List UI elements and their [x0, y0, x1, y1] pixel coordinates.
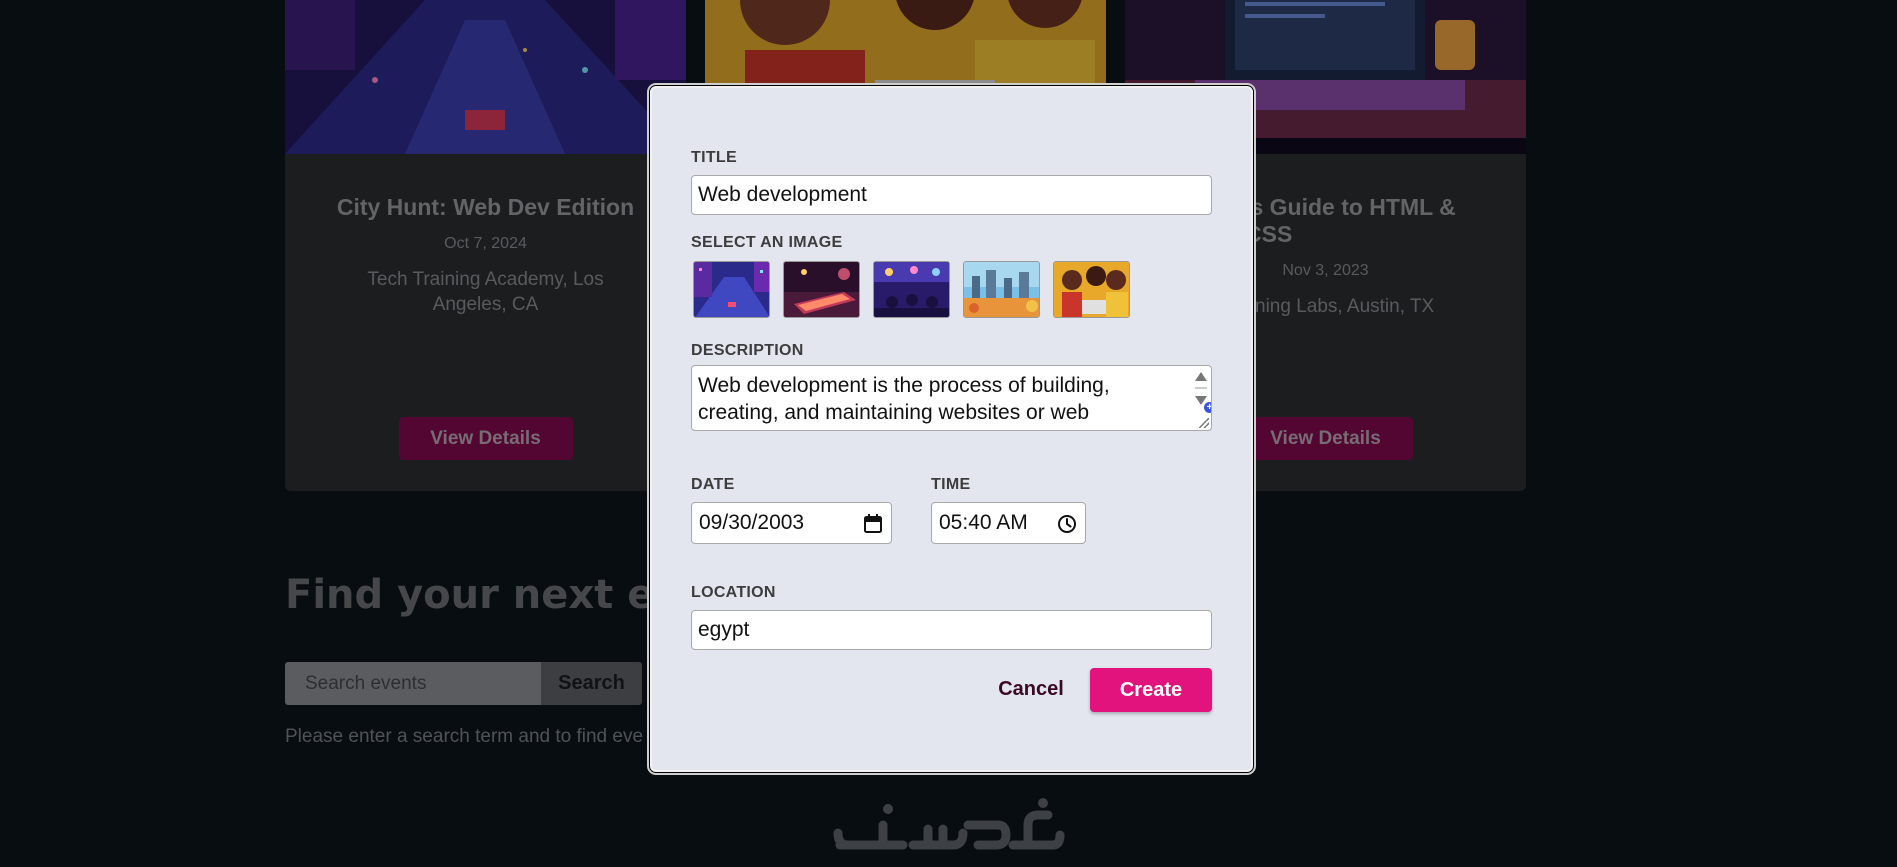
- create-event-modal: TITLE Web development SELECT AN IMAGE DE…: [650, 86, 1253, 772]
- scroll-up-icon[interactable]: [1195, 372, 1207, 381]
- location-input[interactable]: egypt: [691, 610, 1212, 650]
- resize-handle-icon[interactable]: [1199, 418, 1209, 428]
- description-text: Web development is the process of buildi…: [698, 374, 1110, 424]
- time-value: 05:40 AM: [939, 511, 1028, 534]
- date-input[interactable]: 09/30/2003: [691, 502, 892, 544]
- image-option-friends-laptop[interactable]: [1053, 261, 1130, 318]
- calendar-icon[interactable]: [863, 514, 883, 534]
- date-value: 09/30/2003: [699, 511, 805, 534]
- cancel-button[interactable]: Cancel: [981, 668, 1081, 711]
- scrollbar-thumb[interactable]: [1195, 387, 1207, 389]
- time-input[interactable]: 05:40 AM: [931, 502, 1086, 544]
- select-image-label: SELECT AN IMAGE: [691, 234, 843, 251]
- clock-icon[interactable]: [1057, 514, 1077, 534]
- description-textarea[interactable]: Web development is the process of buildi…: [691, 365, 1212, 431]
- date-label: DATE: [691, 476, 735, 493]
- image-option-city-night[interactable]: [693, 261, 770, 318]
- title-label: TITLE: [691, 149, 737, 166]
- image-option-city-sunset[interactable]: [963, 261, 1040, 318]
- title-input[interactable]: Web development: [691, 175, 1212, 215]
- image-option-keyboard-stage[interactable]: [783, 261, 860, 318]
- image-picker: [693, 261, 1130, 318]
- image-option-concert-crowd[interactable]: [873, 261, 950, 318]
- location-label: LOCATION: [691, 584, 776, 601]
- scroll-down-icon[interactable]: [1195, 396, 1207, 405]
- create-button[interactable]: Create: [1090, 668, 1212, 712]
- description-label: DESCRIPTION: [691, 342, 804, 359]
- time-label: TIME: [931, 476, 971, 493]
